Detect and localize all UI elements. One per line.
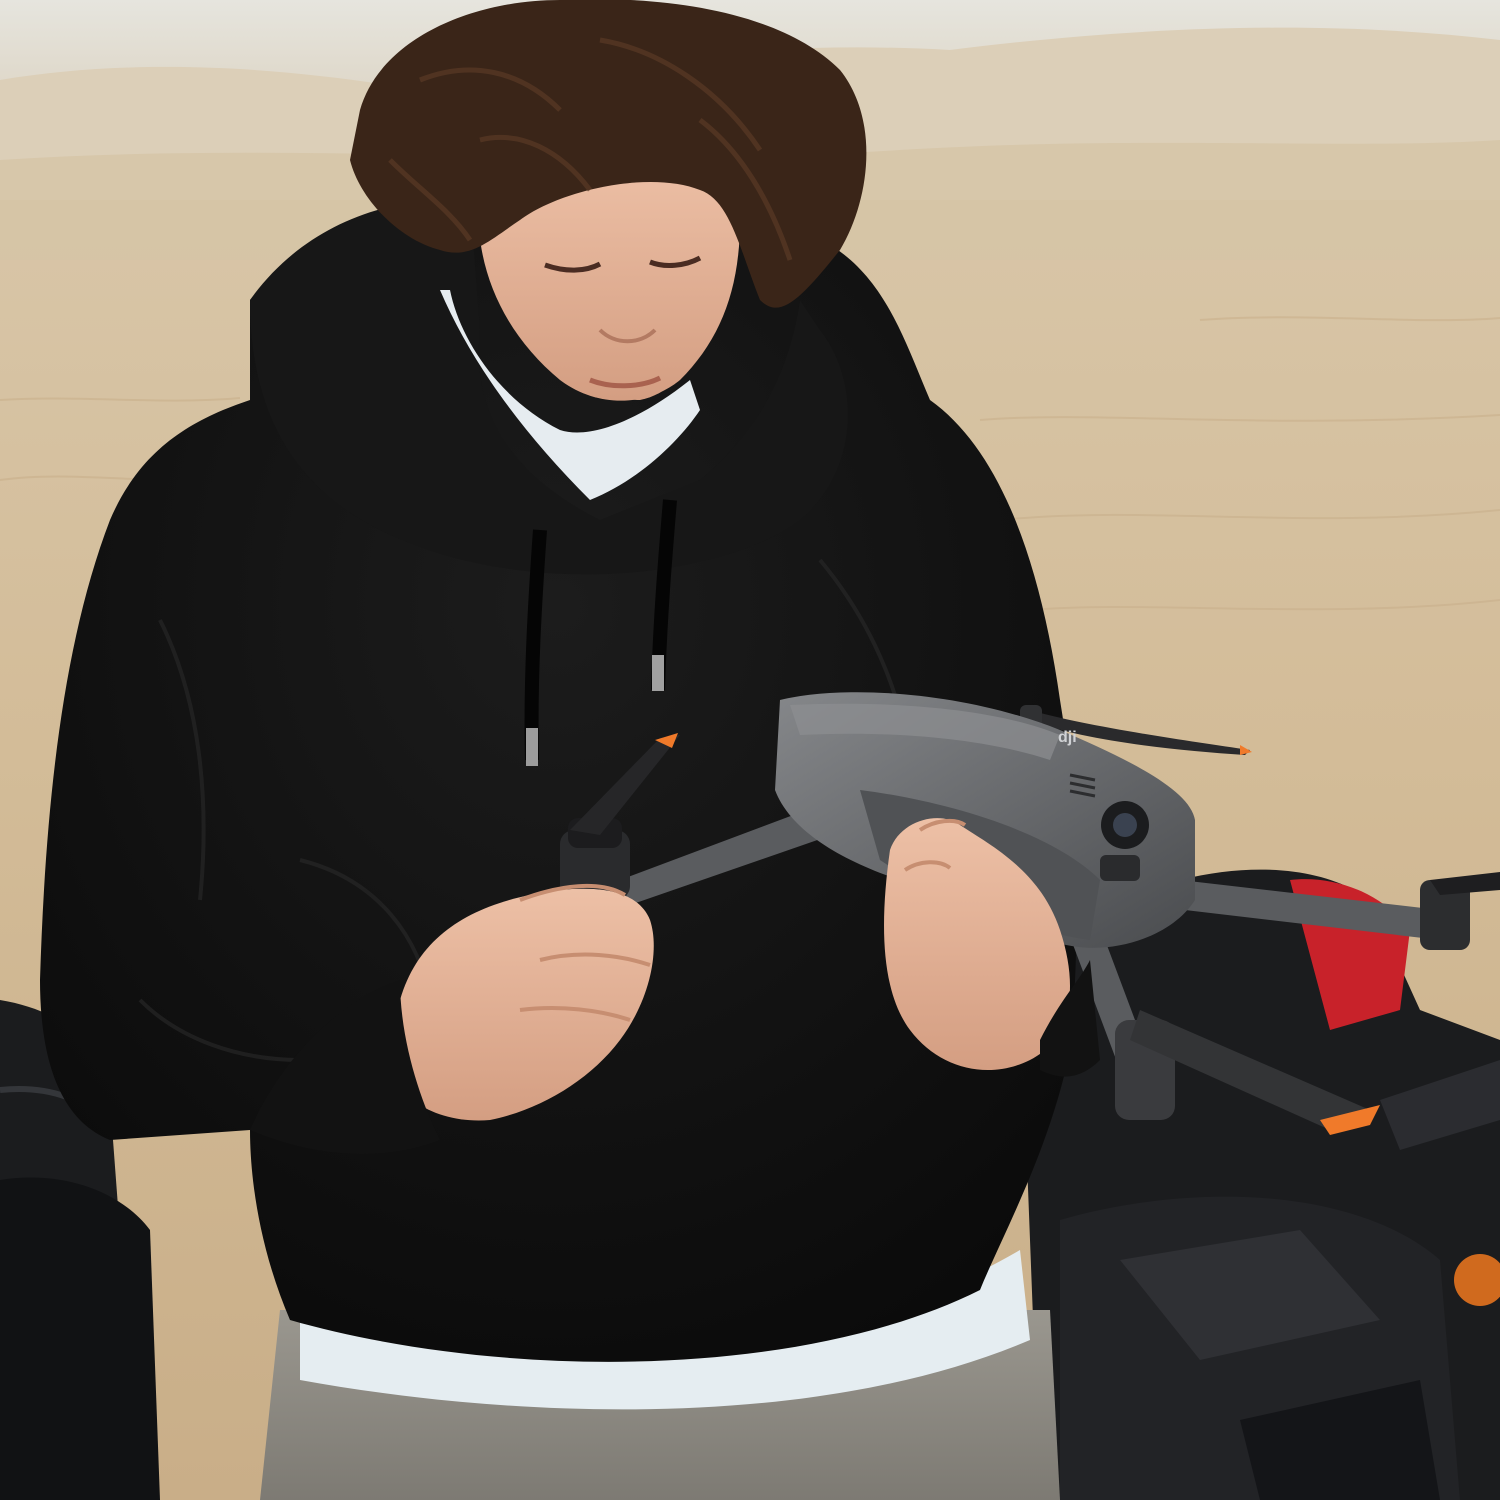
drone-brand-mark: dji xyxy=(1058,729,1077,746)
photo-illustration: dji xyxy=(0,0,1500,1500)
photo-scene: dji xyxy=(0,0,1500,1500)
